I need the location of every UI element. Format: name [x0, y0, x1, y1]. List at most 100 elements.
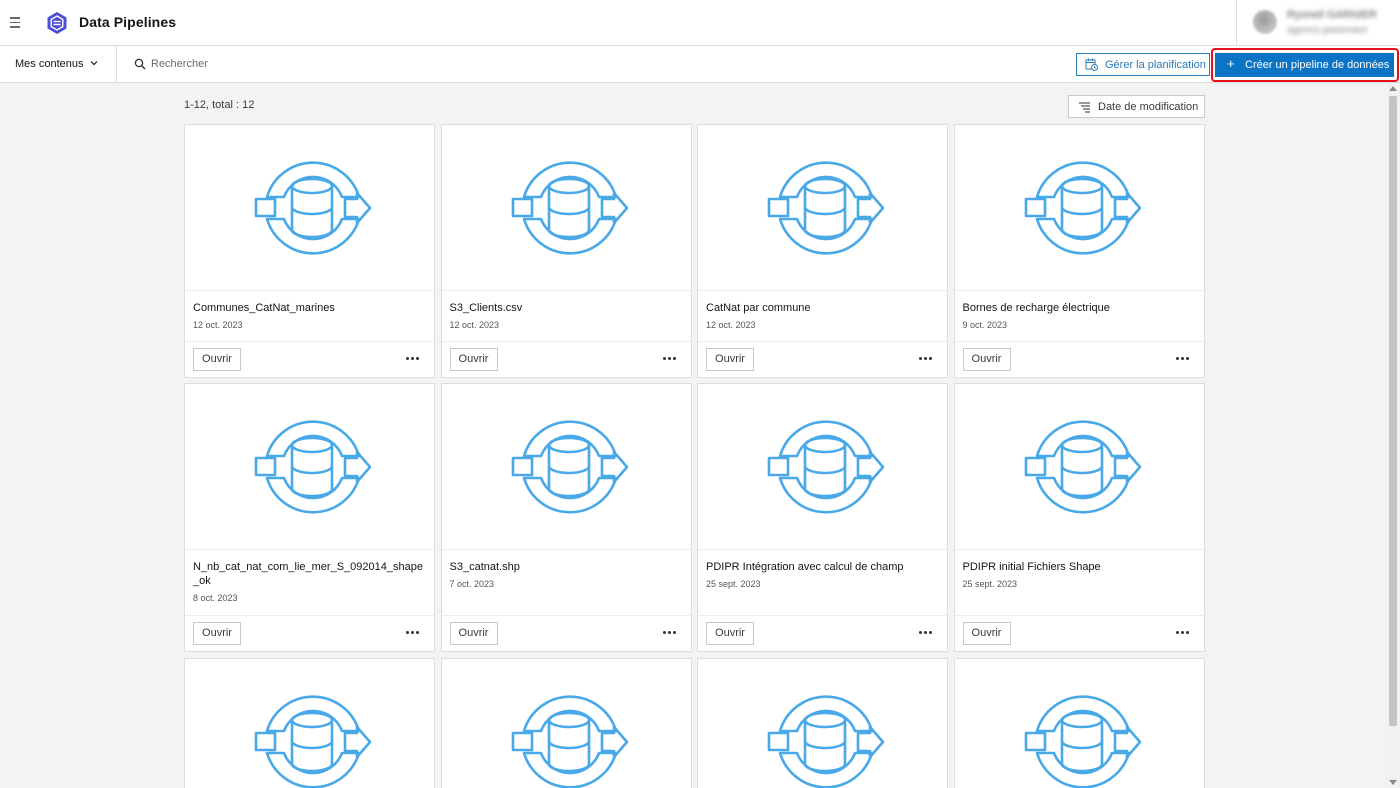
sort-button[interactable]: Date de modification: [1068, 95, 1205, 118]
data-pipeline-icon: [767, 695, 885, 788]
card-footer: Ouvrir: [441, 615, 691, 651]
ellipsis-icon[interactable]: [662, 628, 677, 638]
results-count: 1-12, total : 12: [184, 99, 255, 111]
pipeline-date: 12 oct. 2023: [193, 320, 243, 330]
open-button[interactable]: Ouvrir: [962, 348, 1011, 371]
pipeline-title[interactable]: Communes_CatNat_marines: [193, 301, 425, 315]
data-pipeline-icon: [767, 420, 885, 514]
pipeline-card[interactable]: [184, 658, 435, 788]
scrollbar[interactable]: [1386, 83, 1400, 788]
pipeline-thumbnail[interactable]: [955, 659, 1204, 788]
open-button[interactable]: Ouvrir: [706, 622, 754, 645]
data-pipeline-icon: [254, 695, 372, 788]
ellipsis-icon[interactable]: [919, 628, 933, 638]
calendar-schedule-icon: [1085, 58, 1098, 71]
scroll-down-arrow-icon[interactable]: [1389, 780, 1397, 785]
pipeline-thumbnail[interactable]: [698, 659, 947, 788]
card-footer: Ouvrir: [441, 341, 691, 377]
user-menu[interactable]: Ryonell GARNIER agence.partenaire: [1237, 0, 1400, 46]
open-button[interactable]: Ouvrir: [449, 622, 498, 645]
pipeline-date: 12 oct. 2023: [706, 320, 756, 330]
pipeline-date: 7 oct. 2023: [449, 579, 495, 589]
open-button[interactable]: Ouvrir: [962, 622, 1011, 645]
manage-schedule-label: Gérer la planification: [1105, 59, 1206, 71]
plus-icon: +: [1227, 56, 1235, 71]
ellipsis-icon[interactable]: [662, 354, 677, 364]
data-pipeline-icon: [1024, 161, 1141, 255]
pipeline-title[interactable]: CatNat par commune: [706, 301, 938, 315]
user-subtitle: agence.partenaire: [1287, 25, 1368, 36]
user-name: Ryonell GARNIER: [1287, 9, 1377, 21]
pipeline-title[interactable]: PDIPR initial Fichiers Shape: [963, 560, 1195, 574]
open-button[interactable]: Ouvrir: [193, 622, 241, 645]
pipeline-date: 8 oct. 2023: [193, 593, 238, 603]
sort-label: Date de modification: [1098, 101, 1199, 113]
pipeline-date: 12 oct. 2023: [449, 320, 500, 330]
search-icon: [134, 58, 146, 70]
pipeline-card[interactable]: S3_Clients.csv 12 oct. 2023 Ouvrir: [440, 124, 692, 378]
data-pipeline-icon: [511, 161, 628, 255]
pipeline-title[interactable]: Bornes de recharge électrique: [963, 301, 1195, 315]
ellipsis-icon[interactable]: [919, 354, 933, 364]
manage-schedule-button[interactable]: Gérer la planification: [1076, 53, 1210, 76]
pipeline-title[interactable]: PDIPR Intégration avec calcul de champ: [706, 560, 938, 574]
pipeline-thumbnail[interactable]: [442, 659, 691, 788]
content-toolbar: Mes contenus Gérer la planification + Cr…: [0, 46, 1400, 83]
data-pipeline-icon: [511, 695, 628, 788]
card-footer: Ouvrir: [698, 615, 947, 651]
pipeline-card[interactable]: S3_catnat.shp 7 oct. 2023 Ouvrir: [440, 383, 692, 652]
data-pipeline-icon: [767, 161, 885, 255]
pipeline-thumbnail[interactable]: [698, 384, 947, 550]
ellipsis-icon[interactable]: [406, 354, 420, 364]
pipeline-date: 25 sept. 2023: [962, 579, 1018, 589]
data-pipelines-logo-icon: [47, 12, 67, 34]
pipeline-card[interactable]: Communes_CatNat_marines 12 oct. 2023 Ouvri…: [184, 124, 435, 378]
menu-icon[interactable]: [10, 14, 26, 32]
pipeline-thumbnail[interactable]: [954, 384, 1204, 550]
pipeline-title[interactable]: N_nb_cat_nat_com_lie_mer_S_092014_shape_…: [193, 560, 425, 588]
scroll-up-arrow-icon[interactable]: [1389, 86, 1397, 91]
pipeline-card[interactable]: N_nb_cat_nat_com_lie_mer_S_092014_shape_…: [184, 383, 435, 652]
pipeline-card[interactable]: [440, 658, 692, 788]
pipeline-title[interactable]: S3_Clients.csv: [450, 301, 682, 315]
pipeline-card[interactable]: PDIPR Intégration avec calcul de champ 25…: [697, 383, 948, 652]
data-pipeline-icon: [1024, 695, 1141, 788]
pipeline-card[interactable]: Bornes de recharge électrique 9 oct. 2023…: [953, 124, 1205, 378]
chevron-down-icon: [90, 61, 98, 66]
card-footer: Ouvrir: [698, 341, 947, 377]
pipeline-thumbnail[interactable]: [185, 384, 434, 550]
data-pipeline-icon: [1024, 420, 1141, 514]
pipeline-date: 25 sept. 2023: [706, 579, 761, 589]
create-pipeline-label: Créer un pipeline de données: [1245, 59, 1390, 71]
data-pipeline-icon: [511, 420, 628, 514]
content-filter-label: Mes contenus: [15, 58, 84, 70]
ellipsis-icon[interactable]: [406, 628, 420, 638]
card-footer: Ouvrir: [185, 341, 434, 377]
search-input[interactable]: [151, 54, 551, 74]
pipeline-card[interactable]: CatNat par commune 12 oct. 2023 Ouvrir: [697, 124, 948, 378]
app-title: Data Pipelines: [79, 14, 177, 30]
ellipsis-icon[interactable]: [1175, 628, 1190, 638]
pipeline-thumbnail[interactable]: [185, 659, 434, 788]
ellipsis-icon[interactable]: [1175, 354, 1190, 364]
card-footer: Ouvrir: [185, 615, 434, 651]
sort-icon: [1079, 102, 1090, 113]
pipeline-thumbnail[interactable]: [954, 125, 1204, 291]
open-button[interactable]: Ouvrir: [193, 348, 241, 371]
data-pipeline-icon: [254, 161, 372, 255]
pipeline-card[interactable]: [953, 658, 1205, 788]
create-pipeline-button[interactable]: + Créer un pipeline de données: [1215, 53, 1394, 77]
scroll-thumb[interactable]: [1389, 96, 1397, 726]
pipeline-thumbnail[interactable]: [441, 384, 691, 550]
pipeline-thumbnail[interactable]: [185, 125, 434, 291]
pipeline-card[interactable]: [697, 658, 948, 788]
content-filter-dropdown[interactable]: Mes contenus: [0, 46, 117, 82]
pipeline-title[interactable]: S3_catnat.shp: [450, 560, 682, 574]
pipeline-thumbnail[interactable]: [698, 125, 947, 291]
pipeline-card[interactable]: PDIPR initial Fichiers Shape 25 sept. 202…: [953, 383, 1205, 652]
pipeline-thumbnail[interactable]: [441, 125, 691, 291]
data-pipeline-icon: [254, 420, 372, 514]
open-button[interactable]: Ouvrir: [449, 348, 498, 371]
open-button[interactable]: Ouvrir: [706, 348, 754, 371]
card-footer: Ouvrir: [954, 615, 1204, 651]
